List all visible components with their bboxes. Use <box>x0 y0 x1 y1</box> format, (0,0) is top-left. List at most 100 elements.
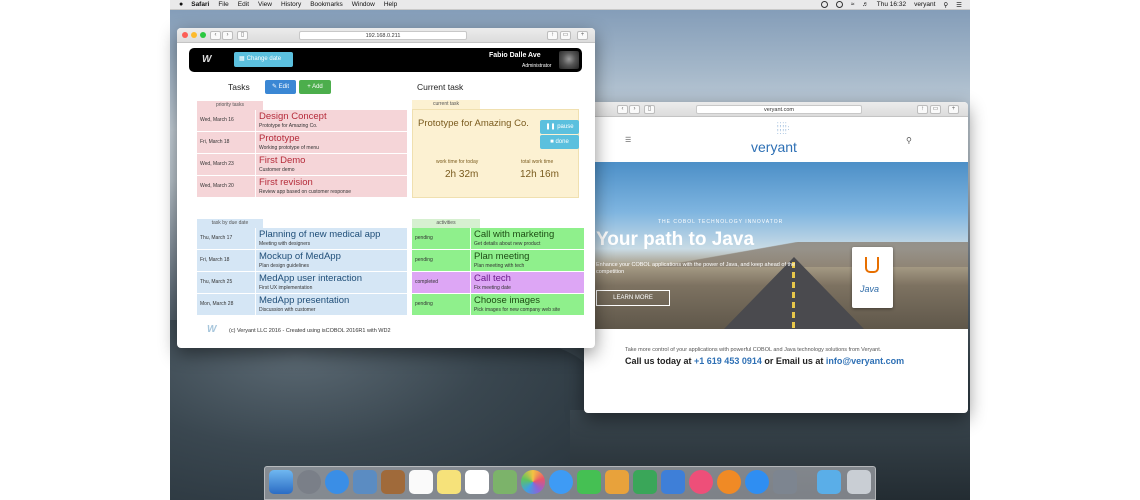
screen: ● Safari File Edit View History Bookmark… <box>0 0 1140 500</box>
search-icon[interactable]: ⚲ <box>943 1 948 9</box>
address-bar[interactable]: veryant.com <box>696 105 862 114</box>
menu-history[interactable]: History <box>281 1 301 8</box>
site-logo[interactable]: veryant <box>751 139 797 155</box>
sidebar-icon[interactable]: ▯ <box>644 105 655 114</box>
menu-view[interactable]: View <box>258 1 272 8</box>
trash-icon[interactable] <box>847 470 871 494</box>
reminders-icon[interactable] <box>465 470 489 494</box>
task-subtitle: First UX implementation <box>259 285 313 291</box>
contact-line: Call us today at +1 619 453 0914 or Emai… <box>625 356 904 366</box>
clock[interactable]: Thu 16:32 <box>877 1 906 8</box>
activity-row[interactable]: pending Choose images Pick images for ne… <box>412 294 584 316</box>
menu-help[interactable]: Help <box>384 1 397 8</box>
activity-subtitle: Get details about new product <box>474 241 541 247</box>
hamburger-icon[interactable]: ☰ <box>625 136 631 144</box>
tabs-icon[interactable]: ▭ <box>930 105 941 114</box>
menu-file[interactable]: File <box>218 1 228 8</box>
keynote-icon[interactable] <box>661 470 685 494</box>
site-search-icon[interactable]: ⚲ <box>906 136 912 145</box>
downloads-icon[interactable] <box>817 470 841 494</box>
activity-subtitle: Fix meeting date <box>474 285 511 291</box>
facetime-icon[interactable] <box>577 470 601 494</box>
notes-icon[interactable] <box>437 470 461 494</box>
new-tab-icon[interactable]: + <box>577 31 588 40</box>
forward-icon[interactable]: › <box>629 105 640 114</box>
contact-mid: or Email us at <box>761 356 826 366</box>
email-link[interactable]: info@veryant.com <box>826 356 904 366</box>
due-tasks-label: task by due date <box>197 219 263 228</box>
menu-app[interactable]: Safari <box>191 1 209 8</box>
activity-row[interactable]: completed Call tech Fix meeting date <box>412 272 584 294</box>
launchpad-icon[interactable] <box>297 470 321 494</box>
pages-icon[interactable] <box>605 470 629 494</box>
row-divider <box>470 272 471 294</box>
safari-icon[interactable] <box>325 470 349 494</box>
priority-task-row[interactable]: Wed, March 20 First revision Review app … <box>197 176 407 198</box>
activity-row[interactable]: pending Call with marketing Get details … <box>412 228 584 250</box>
add-button[interactable]: + Add <box>299 80 331 94</box>
app-logo-icon[interactable]: W <box>202 54 218 66</box>
sync-icon[interactable] <box>835 1 843 8</box>
calendar-app-icon[interactable] <box>409 470 433 494</box>
apple-icon[interactable]: ● <box>179 1 183 8</box>
close-icon[interactable] <box>182 32 188 38</box>
messages-icon[interactable] <box>549 470 573 494</box>
list-icon[interactable]: ☰ <box>956 1 962 9</box>
photos-icon[interactable] <box>521 470 545 494</box>
phone-link[interactable]: +1 619 453 0914 <box>694 356 762 366</box>
priority-task-row[interactable]: Wed, March 23 First Demo Customer demo <box>197 154 407 176</box>
activity-status: pending <box>415 235 433 241</box>
due-task-row[interactable]: Mon, March 28 MedApp presentation Discus… <box>197 294 407 316</box>
share-icon[interactable]: ↑ <box>547 31 558 40</box>
wifi-icon[interactable]: ≈ <box>851 1 855 8</box>
tabs-icon[interactable]: ▭ <box>560 31 571 40</box>
due-task-row[interactable]: Thu, March 17 Planning of new medical ap… <box>197 228 407 250</box>
mail-icon[interactable] <box>353 470 377 494</box>
back-icon[interactable]: ‹ <box>210 31 221 40</box>
maps-icon[interactable] <box>493 470 517 494</box>
contacts-icon[interactable] <box>381 470 405 494</box>
done-button[interactable]: ■ done <box>540 135 579 149</box>
menu-edit[interactable]: Edit <box>238 1 249 8</box>
total-work-value: 12h 16m <box>520 169 559 180</box>
system-preferences-icon[interactable] <box>773 470 797 494</box>
user-name[interactable]: veryant <box>914 1 935 8</box>
avatar[interactable] <box>559 51 579 69</box>
zoom-icon[interactable] <box>200 32 206 38</box>
learn-more-button[interactable]: LEARN MORE <box>596 290 670 306</box>
activity-row[interactable]: pending Plan meeting Plan meeting with t… <box>412 250 584 272</box>
ibooks-icon[interactable] <box>717 470 741 494</box>
time-machine-icon[interactable] <box>820 1 828 8</box>
row-divider <box>470 294 471 316</box>
activity-title: Plan meeting <box>474 251 530 262</box>
work-today-value: 2h 32m <box>445 169 479 180</box>
forward-icon[interactable]: › <box>222 31 233 40</box>
minimize-icon[interactable] <box>191 32 197 38</box>
edit-label: Edit <box>278 84 290 90</box>
itunes-icon[interactable] <box>689 470 713 494</box>
task-subtitle: Meeting with designers <box>259 241 311 247</box>
volume-icon[interactable]: ♬ <box>862 1 869 8</box>
new-tab-icon[interactable]: + <box>948 105 959 114</box>
edit-button[interactable]: ✎ Edit <box>265 80 296 94</box>
sidebar-icon[interactable]: ▯ <box>237 31 248 40</box>
row-divider <box>255 154 256 176</box>
dock <box>264 466 876 500</box>
numbers-icon[interactable] <box>633 470 657 494</box>
due-task-row[interactable]: Fri, March 18 Mockup of MedApp Plan desi… <box>197 250 407 272</box>
back-icon[interactable]: ‹ <box>617 105 628 114</box>
address-bar[interactable]: 192.168.0.211 <box>299 31 467 40</box>
menu-bookmarks[interactable]: Bookmarks <box>310 1 343 8</box>
pause-button[interactable]: ❚❚ pause <box>540 120 579 134</box>
due-task-row[interactable]: Thu, March 25 MedApp user interaction Fi… <box>197 272 407 294</box>
row-divider <box>255 228 256 250</box>
change-date-label: Change date <box>246 56 282 62</box>
finder-icon[interactable] <box>269 470 293 494</box>
priority-task-row[interactable]: Wed, March 16 Design Concept Prototype f… <box>197 110 407 132</box>
menu-window[interactable]: Window <box>352 1 375 8</box>
share-icon[interactable]: ↑ <box>917 105 928 114</box>
change-date-button[interactable]: ▦ Change date <box>234 52 293 67</box>
app-store-icon[interactable] <box>745 470 769 494</box>
work-today-label: work time for today <box>436 159 479 165</box>
priority-task-row[interactable]: Fri, March 18 Prototype Working prototyp… <box>197 132 407 154</box>
